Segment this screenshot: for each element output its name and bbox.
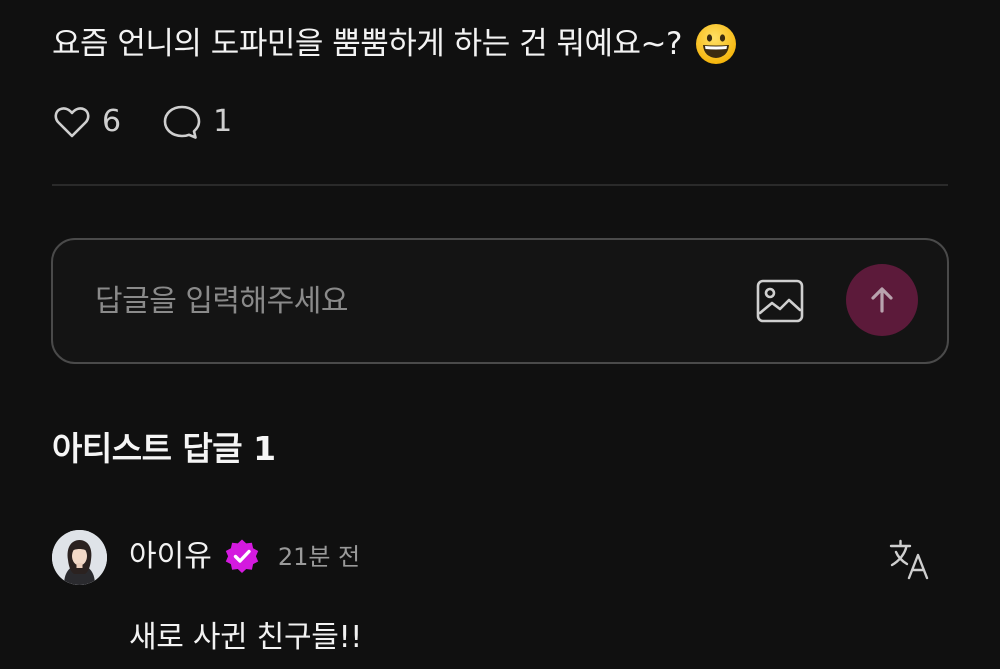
comment-count: 1 <box>213 104 233 139</box>
like-count: 6 <box>102 104 122 139</box>
comment-time: 21분 전 <box>277 543 361 571</box>
reply-input[interactable] <box>95 274 715 328</box>
heart-icon <box>54 107 90 138</box>
grinning-face-emoji <box>695 24 736 64</box>
post-actions: 6 1 <box>52 102 232 142</box>
author-row: 아이유 21분 전 <box>129 536 360 578</box>
attach-image-button[interactable] <box>753 274 807 328</box>
image-icon <box>756 279 804 323</box>
reply-box <box>51 238 949 364</box>
arrow-up-icon <box>871 287 893 313</box>
verified-badge-icon <box>225 539 259 573</box>
divider <box>52 184 948 186</box>
artist-replies-title: 아티스트 답글 1 <box>52 429 276 468</box>
post-text-row: 요즘 언니의 도파민을 뿜뿜하게 하는 건 뭐예요~? <box>52 22 738 66</box>
comment-body: 새로 사귄 친구들!! <box>129 620 363 655</box>
avatar-image <box>52 530 107 585</box>
speech-bubble-icon <box>163 105 201 139</box>
send-button[interactable] <box>846 264 918 336</box>
avatar[interactable] <box>52 530 107 585</box>
comment-button[interactable]: 1 <box>161 102 232 142</box>
post-text: 요즘 언니의 도파민을 뿜뿜하게 하는 건 뭐예요~? <box>52 26 682 62</box>
translate-icon <box>889 539 929 580</box>
translate-button[interactable] <box>888 538 932 580</box>
author-name[interactable]: 아이유 <box>129 536 212 578</box>
like-button[interactable]: 6 <box>52 102 121 142</box>
